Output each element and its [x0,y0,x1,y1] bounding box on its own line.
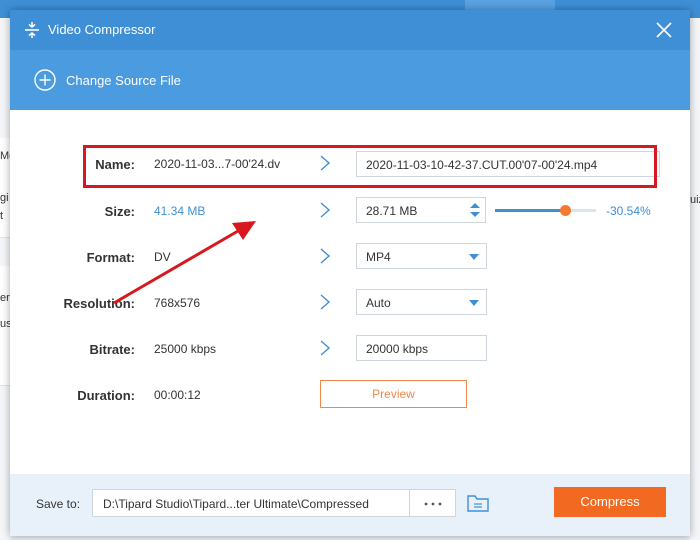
chevron-right-icon [320,294,331,310]
dialog-titlebar: Video Compressor [10,10,690,50]
preview-button[interactable]: Preview [320,380,467,408]
close-icon[interactable] [652,18,676,42]
source-name-value: 2020-11-03...7-00'24.dv [154,157,281,171]
chevron-right-icon [320,202,331,218]
source-format-value: DV [154,250,171,264]
output-format-select[interactable]: MP4 [356,243,487,269]
output-size-value: 28.71 MB [366,204,418,218]
source-duration-value: 00:00:12 [154,388,201,402]
name-label: Name: [95,157,135,172]
size-slider-thumb[interactable] [560,205,572,216]
chevron-down-icon [469,300,479,306]
output-name-input[interactable]: 2020-11-03-10-42-37.CUT.00'07-00'24.mp4 [356,151,660,177]
chevron-down-icon [469,254,479,260]
background-text-fragment: us [0,318,10,330]
output-resolution-value: Auto [366,296,391,310]
background-text-fragment: t [0,210,4,222]
output-size-input[interactable]: 28.71 MB [356,197,486,223]
size-slider-fill [495,209,566,212]
compress-icon [25,22,39,38]
size-slider[interactable] [495,205,596,216]
dialog-footer: Save to: D:\Tipard Studio\Tipard...ter U… [10,474,690,536]
output-bitrate-input[interactable]: 20000 kbps [356,335,487,361]
chevron-right-icon [320,248,331,264]
size-stepper-icon[interactable] [467,199,483,221]
plus-circle-icon [34,69,56,91]
chevron-right-icon [320,155,331,171]
resolution-label: Resolution: [63,296,136,311]
browse-path-button[interactable] [410,489,456,517]
save-path-input[interactable]: D:\Tipard Studio\Tipard...ter Ultimate\C… [92,489,410,517]
change-source-file-label: Change Source File [66,73,181,88]
compress-button[interactable]: Compress [554,487,666,517]
video-compressor-dialog: Video Compressor Change Source File Name… [10,10,690,536]
source-size-value: 41.34 MB [154,204,206,218]
chevron-right-icon [320,340,331,356]
source-resolution-value: 768x576 [154,296,201,310]
duration-label: Duration: [77,388,135,403]
background-text-fragment: uiz [690,194,700,206]
source-bitrate-value: 25000 kbps [154,342,217,356]
change-source-file-button[interactable]: Change Source File [10,50,690,110]
save-to-label: Save to: [36,497,81,511]
size-reduction-percent: -30.54% [606,204,651,218]
size-label: Size: [104,204,135,219]
folder-icon[interactable] [466,492,490,514]
more-dots-icon [424,502,442,506]
background-left-panel [0,18,10,540]
output-format-value: MP4 [366,250,391,264]
background-text-fragment: er [0,292,10,304]
format-label: Format: [86,250,135,265]
background-text-fragment: Me [0,150,10,162]
background-right-panel [690,18,700,540]
dialog-title: Video Compressor [48,22,156,37]
bitrate-label: Bitrate: [89,342,135,357]
output-resolution-select[interactable]: Auto [356,289,487,315]
background-text-fragment: gi [0,192,9,204]
